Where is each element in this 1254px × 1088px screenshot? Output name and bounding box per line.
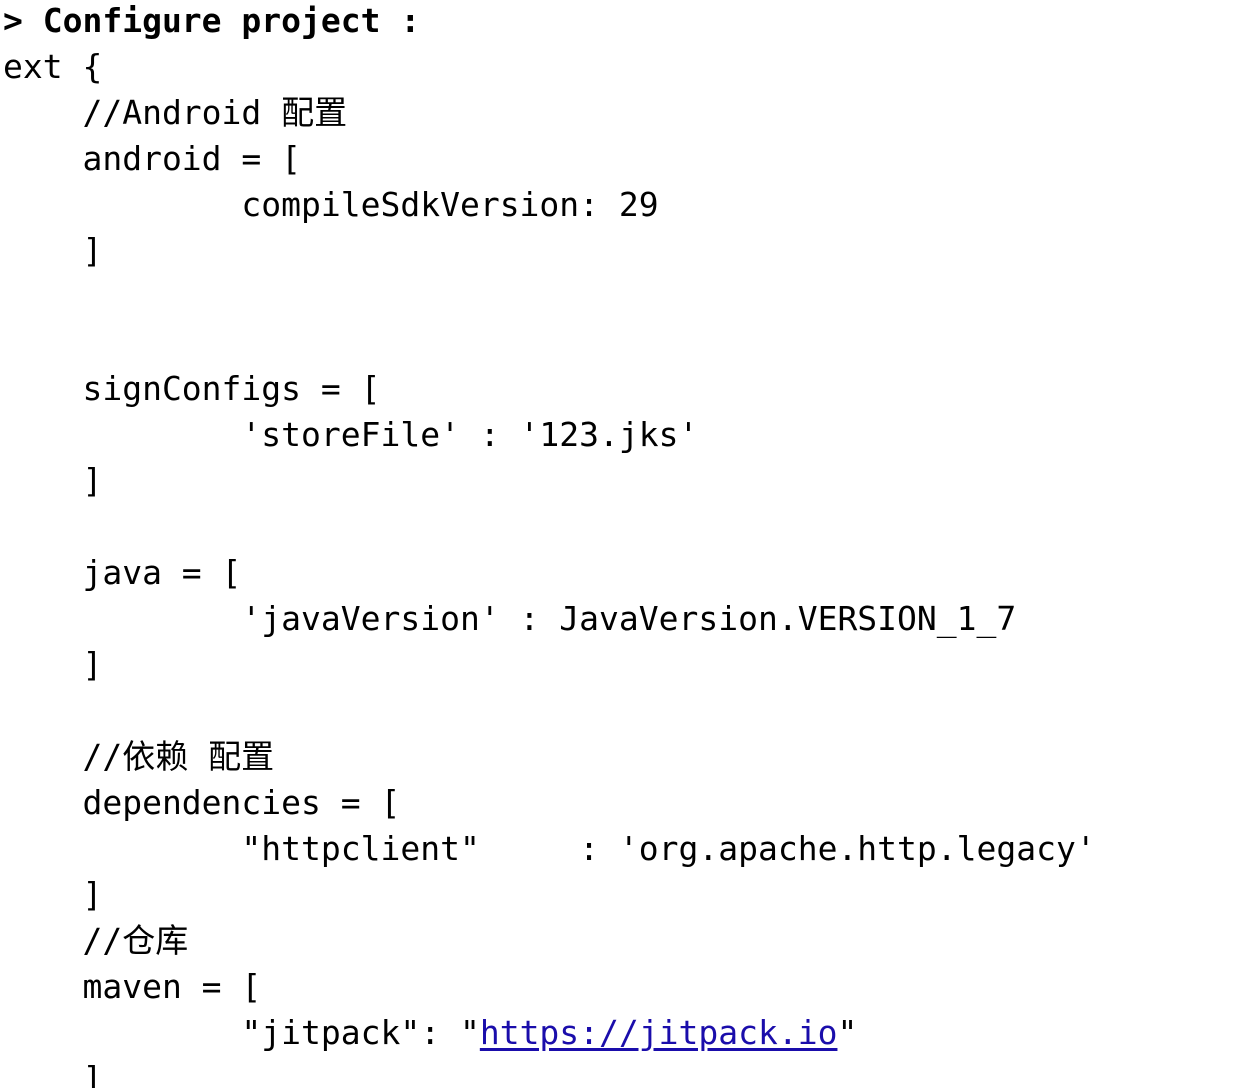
code-comment-dependency-config: //依赖 配置	[3, 737, 275, 776]
code-line-sign-configs-open: signConfigs = [	[3, 369, 381, 408]
jitpack-key-text: "jitpack": "	[3, 1013, 480, 1052]
code-line-ext-open: ext {	[3, 47, 103, 86]
code-line-java-close: ]	[3, 645, 103, 684]
code-line-android-close: ]	[3, 231, 103, 270]
code-line-dependencies-open: dependencies = [	[3, 783, 401, 822]
code-line-jitpack: "jitpack": "https://jitpack.io"	[3, 1013, 857, 1053]
code-line-store-file: 'storeFile' : '123.jks'	[3, 415, 699, 454]
jitpack-url-link[interactable]: https://jitpack.io	[480, 1013, 838, 1052]
code-line-java-open: java = [	[3, 553, 242, 592]
code-line-maven-open: maven = [	[3, 967, 262, 1006]
code-line-maven-close: ]	[3, 1059, 103, 1088]
code-line-httpclient: "httpclient" : 'org.apache.http.legacy'	[3, 829, 1096, 868]
jitpack-quote-close: "	[837, 1013, 858, 1052]
code-comment-android-config: //Android 配置	[3, 93, 348, 132]
code-line-compile-sdk-version: compileSdkVersion: 29	[3, 185, 659, 224]
code-line-sign-configs-close: ]	[3, 461, 103, 500]
code-line-android-open: android = [	[3, 139, 302, 178]
code-line-dependencies-close: ]	[3, 875, 103, 914]
configure-project-header: > Configure project :	[3, 1, 421, 40]
code-line-java-version: 'javaVersion' : JavaVersion.VERSION_1_7	[3, 599, 1017, 638]
console-output: > Configure project : ext { //Android 配置…	[0, 0, 1254, 1088]
code-comment-repository: //仓库	[3, 921, 189, 960]
